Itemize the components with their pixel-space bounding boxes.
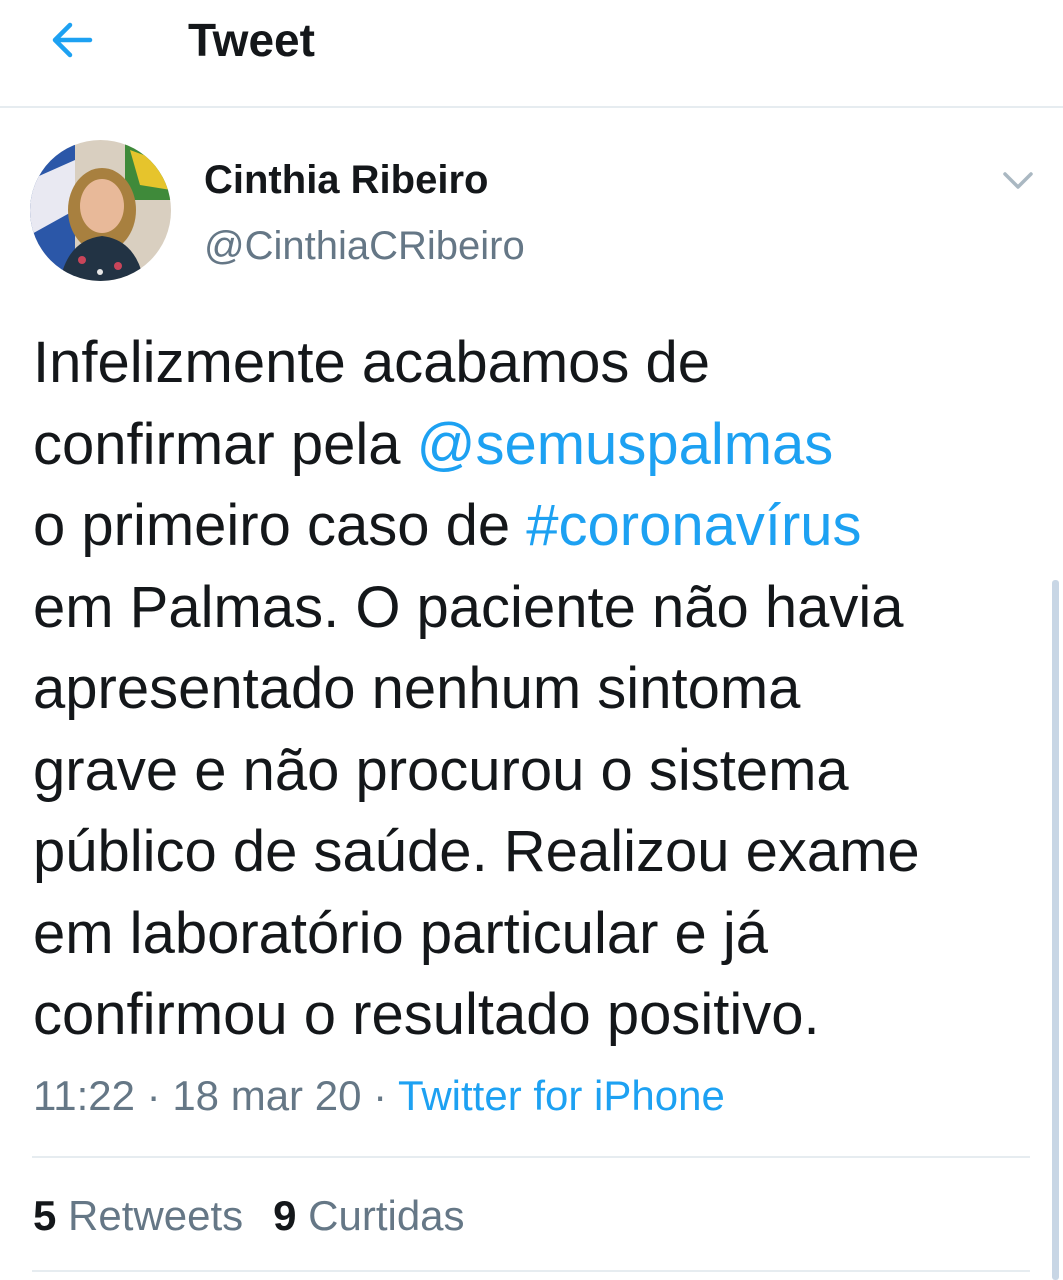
tweet-line-text: confirmar pela [33,411,417,477]
tweet-line: público de saúde. Realizou exame [33,811,1023,893]
tweet-line-text: grave e não procurou o sistema [33,737,849,803]
meta-separator: · [361,1072,399,1119]
page-title: Tweet [188,14,315,66]
tweet-stats: 5 Retweets 9 Curtidas [33,1190,465,1242]
tweet-line: grave e não procurou o sistema [33,730,1023,812]
tweet-line: confirmar pela @semuspalmas [33,404,1023,486]
tweet-line: Infelizmente acabamos de [33,322,1023,404]
tweet-line: o primeiro caso de #coronavírus [33,485,1023,567]
retweets-label: Retweets [68,1192,244,1239]
tweet-line: apresentado nenhum sintoma [33,648,1023,730]
tweet-line: confirmou o resultado positivo. [33,974,1023,1056]
tweet-time: 11:22 [33,1072,135,1119]
app-header: Tweet [0,0,1063,108]
tweet-line-text: Infelizmente acabamos de [33,330,711,395]
more-options-button[interactable] [1000,164,1036,196]
tweet-line-text: em laboratório particular e já [33,900,769,966]
meta-separator: · [135,1072,173,1119]
tweet-line-text: confirmou o resultado positivo. [33,982,820,1047]
tweet-line: em laboratório particular e já [33,893,1023,975]
author-name[interactable]: Cinthia Ribeiro [204,156,488,204]
chevron-down-icon [1003,172,1033,189]
avatar[interactable] [30,140,171,281]
retweets-count: 5 [33,1192,57,1239]
tweet-line: em Palmas. O paciente não havia [33,567,1023,649]
likes-label: Curtidas [308,1192,465,1239]
likes-stat[interactable]: 9 Curtidas [273,1192,464,1239]
divider [32,1270,1030,1272]
hashtag-link[interactable]: #coronavírus [526,493,861,558]
user-avatar-image [30,140,171,281]
tweet-meta: 11:22 · 18 mar 20 · Twitter for iPhone [33,1070,725,1122]
tweet-text: Infelizmente acabamos de confirmar pela … [33,322,1023,1056]
back-button[interactable] [44,12,104,68]
divider [32,1156,1030,1158]
tweet-line-text: público de saúde. Realizou exame [33,819,920,884]
tweet-line-text: em Palmas. O paciente não havia [33,574,904,640]
arrow-left-icon [52,22,93,58]
tweet-line-text: apresentado nenhum sintoma [33,656,801,721]
tweet-line-text: o primeiro caso de [33,493,527,558]
retweets-stat[interactable]: 5 Retweets [33,1192,243,1239]
tweet-date: 18 mar 20 [172,1072,362,1119]
tweet-source-link[interactable]: Twitter for iPhone [398,1072,725,1119]
mention-link[interactable]: @semuspalmas [417,412,834,477]
likes-count: 9 [273,1192,297,1239]
author-handle[interactable]: @CinthiaCRibeiro [204,222,525,270]
scrollbar[interactable] [1052,580,1059,1280]
